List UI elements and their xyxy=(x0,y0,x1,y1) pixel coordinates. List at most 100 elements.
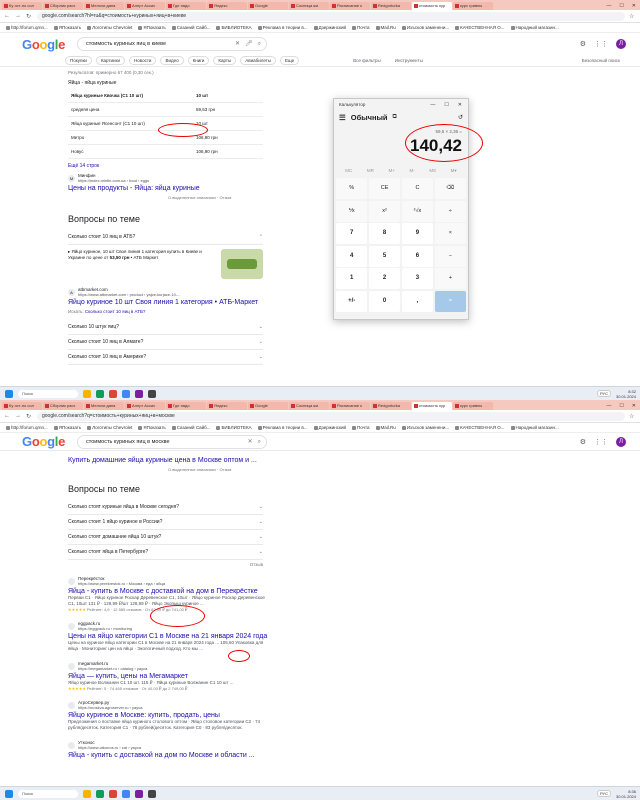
search-input[interactable]: стоимость куриных яиц в москве ✕ ⌕ xyxy=(77,434,268,449)
browser-tab[interactable]: Ку ост-но сол xyxy=(2,2,42,10)
calculator-key[interactable]: ⅟x xyxy=(336,200,368,222)
calculator-key[interactable]: 5 xyxy=(368,245,401,267)
question-item[interactable]: Сколько стоит 1 яйцо куриное в России? ⌄ xyxy=(68,515,263,530)
minimize-icon[interactable]: — xyxy=(606,2,611,10)
forward-icon[interactable]: → xyxy=(15,13,22,19)
calculator-key[interactable]: % xyxy=(336,178,368,199)
feedback-link[interactable]: Отзыв xyxy=(68,562,263,567)
browser-tab[interactable]: Расписание к xyxy=(330,2,370,10)
browser-tab[interactable]: Алерт Ассис xyxy=(125,2,165,10)
reload-icon[interactable]: ↻ xyxy=(26,413,33,420)
browser-tab[interactable]: Сборник расх xyxy=(43,2,83,10)
search-icon[interactable]: ⌕ xyxy=(258,436,261,448)
bookmark-item[interactable]: ЯПоказать xyxy=(138,425,166,430)
bookmark-item[interactable]: КАЧЕСТВЕННАЯ О... xyxy=(455,25,505,30)
browser-tab[interactable]: Мелочи дана xyxy=(84,402,124,410)
question-item[interactable]: Сколько стоят домашние яйца 10 штук? ⌄ xyxy=(68,530,263,545)
bookmark-item[interactable]: Дзержинский xyxy=(313,25,346,30)
calculator-key[interactable]: ⌫ xyxy=(434,178,466,199)
settings-icon[interactable]: ⚙ xyxy=(580,40,586,48)
search-tab-chip[interactable]: Авиабилеты xyxy=(240,56,276,65)
bookmark-item[interactable]: Почта xyxy=(352,25,370,30)
bookmark-item[interactable]: ЯПоказать xyxy=(138,25,166,30)
browser-tab[interactable]: Google xyxy=(248,402,288,410)
bookmark-item[interactable]: Изъсков заменени... xyxy=(401,25,449,30)
taskbar-search[interactable]: Поиск xyxy=(18,389,78,398)
browser-tab[interactable]: Google xyxy=(248,2,288,10)
app-icon[interactable] xyxy=(96,789,104,798)
back-icon[interactable]: ← xyxy=(4,13,11,19)
search-tab-chip[interactable]: Новости xyxy=(129,56,157,65)
calculator-key[interactable]: 7 xyxy=(336,223,368,244)
search-more-link[interactable]: Сколько стоит 10 яиц в АТБ? xyxy=(85,309,146,314)
app-icon[interactable] xyxy=(122,389,130,398)
source-url[interactable]: https://moskva.agroserver.ru › yayca xyxy=(78,705,142,710)
star-icon[interactable]: ☆ xyxy=(629,13,636,20)
app-icon[interactable] xyxy=(135,789,143,798)
question-item[interactable]: Сколько 10 штук яиц? ⌄ xyxy=(68,320,263,335)
calculator-key[interactable]: + xyxy=(434,268,466,289)
calculator-key[interactable]: ²√x xyxy=(401,200,434,222)
avatar[interactable]: Л xyxy=(616,436,626,447)
all-filters[interactable]: Все фильтры xyxy=(353,58,381,63)
language-indicator[interactable]: РУС xyxy=(596,390,611,397)
apps-icon[interactable]: ⋮⋮ xyxy=(594,40,608,48)
app-icon[interactable] xyxy=(135,389,143,398)
bookmark-item[interactable]: Почта xyxy=(352,425,370,430)
calculator-key[interactable]: 1 xyxy=(336,268,368,289)
browser-tab[interactable]: Сборник расх xyxy=(43,402,83,410)
calculator-key[interactable]: C xyxy=(401,178,434,199)
memory-button[interactable]: MS xyxy=(429,168,436,174)
clear-icon[interactable]: ✕ xyxy=(235,38,240,50)
maximize-icon[interactable]: ☐ xyxy=(444,102,448,108)
calculator-key[interactable]: 9 xyxy=(401,223,434,244)
keep-on-top-icon[interactable]: ⧉ xyxy=(393,114,397,121)
calculator-key[interactable]: , xyxy=(401,290,434,312)
google-logo[interactable]: Google xyxy=(22,37,65,52)
bookmark-item[interactable]: Mail.Ru xyxy=(375,425,396,430)
source-url[interactable]: https://www.perekrestok.ru › Москва › ед… xyxy=(78,581,165,586)
calculator-key[interactable]: 4 xyxy=(336,245,368,267)
mic-icon[interactable]: 🎤︎ xyxy=(245,38,253,50)
calculator-key[interactable]: 8 xyxy=(368,223,401,244)
bookmark-item[interactable]: БИБЛИОТЕКА xyxy=(216,425,252,430)
calculator-key[interactable]: − xyxy=(434,245,466,267)
bookmark-item[interactable]: http://forum.qrnn... xyxy=(6,425,48,430)
result-title-link[interactable]: Яйца - купить с доставкой на дом по Моск… xyxy=(68,752,640,759)
url-input[interactable]: google.com/search?q=стоимость+куриных+яи… xyxy=(37,411,625,421)
maximize-icon[interactable]: ☐ xyxy=(619,2,623,10)
bookmark-item[interactable]: Реклама в теории в... xyxy=(257,25,308,30)
close-icon[interactable]: ✕ xyxy=(632,402,636,410)
bookmark-item[interactable]: БИБЛИОТЕКА xyxy=(216,25,252,30)
bookmark-item[interactable]: Mail.Ru xyxy=(375,25,396,30)
result-title-link[interactable]: Купить домашние яйца куриные цена в Моск… xyxy=(68,457,640,464)
search-tab-chip[interactable]: Покупки xyxy=(65,56,92,65)
search-tab-chip[interactable]: Книги xyxy=(187,56,210,65)
forward-icon[interactable]: → xyxy=(15,413,22,419)
app-icon[interactable] xyxy=(96,389,104,398)
calculator-key[interactable]: 0 xyxy=(368,290,401,312)
app-icon[interactable] xyxy=(109,389,117,398)
back-icon[interactable]: ← xyxy=(4,413,11,419)
source-url[interactable]: https://eggpack.ru › monitoring xyxy=(78,626,132,631)
result-title-link[interactable]: Яйца - купить в Москве с доставкой на до… xyxy=(68,588,640,595)
calculator-key[interactable]: 6 xyxy=(401,245,434,267)
bookmark-item[interactable]: Сазаний Сайб... xyxy=(171,425,210,430)
bookmark-item[interactable]: Дзержинский xyxy=(313,425,346,430)
app-icon[interactable] xyxy=(122,789,130,798)
source-url[interactable]: https://megamarket.ru › catalog › yayca xyxy=(78,666,147,671)
source-url[interactable]: https://index.minfin.com.ua › food › egg… xyxy=(78,178,149,183)
google-logo[interactable]: Google xyxy=(22,434,65,449)
source-url[interactable]: https://www.atbmarket.com › product › ya… xyxy=(78,292,180,297)
calculator-key[interactable]: = xyxy=(434,290,466,312)
about-snippets-link[interactable]: О выделенных описаниях · Отзыв xyxy=(168,467,640,472)
memory-button[interactable]: M- xyxy=(409,168,414,174)
taskbar-search[interactable]: Поиск xyxy=(18,789,78,798)
minimize-icon[interactable]: — xyxy=(430,102,435,108)
browser-tab[interactable]: Яндекс xyxy=(207,2,247,10)
calculator-key[interactable]: 3 xyxy=(401,268,434,289)
browser-tab[interactable]: Мелочи дана xyxy=(84,2,124,10)
maximize-icon[interactable]: ☐ xyxy=(619,402,623,410)
settings-icon[interactable]: ⚙ xyxy=(580,438,586,446)
windows-start-icon[interactable] xyxy=(5,789,13,798)
